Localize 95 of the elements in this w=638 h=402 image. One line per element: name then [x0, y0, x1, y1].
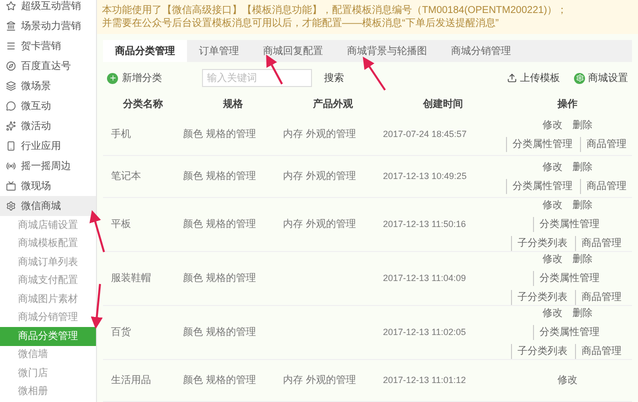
sidebar-item[interactable]: 微现场	[0, 176, 96, 196]
submenu-item[interactable]: 微信墙	[0, 346, 96, 364]
table-cell: 百货	[111, 327, 131, 338]
action-link[interactable]: 商品管理	[574, 344, 624, 359]
annotation-arrow	[362, 56, 386, 91]
sidebar-item[interactable]: 百度直达号	[0, 56, 96, 76]
sidebar-item[interactable]: 超级互动营销	[0, 0, 96, 16]
submenu-item[interactable]: 微相册	[0, 382, 96, 401]
action-link[interactable]: 删除	[570, 198, 596, 213]
star-icon	[6, 1, 16, 11]
table-cell: 生活用品	[111, 375, 151, 386]
layers-icon	[6, 81, 16, 91]
table-cell: 内存 外观的管理	[283, 171, 356, 182]
sidebar-item[interactable]: 微信商城	[0, 196, 96, 216]
gear-icon	[574, 72, 585, 84]
plus-icon	[107, 72, 118, 84]
action-link[interactable]: 删除	[570, 306, 596, 321]
column-header: 创建时间	[422, 98, 464, 112]
action-link[interactable]: 商品管理	[574, 236, 624, 251]
table-cell: 2017-12-13 11:04:09	[383, 273, 466, 283]
table-cell: 手机	[111, 129, 131, 140]
table-cell: 2017-07-24 18:45:57	[383, 129, 467, 139]
table-cell: 颜色 规格的管理	[183, 129, 256, 140]
upload-template-button[interactable]: 上传模板	[503, 70, 564, 86]
settings-icon	[6, 201, 16, 211]
action-link[interactable]: 商品管理	[580, 178, 630, 194]
action-link[interactable]: 商品管理	[580, 136, 630, 152]
table-cell: 笔记本	[111, 171, 141, 182]
sidebar-item[interactable]: 场景动力营销	[0, 16, 96, 36]
action-link[interactable]: 修改	[540, 160, 566, 174]
upload-icon	[507, 73, 517, 83]
action-link[interactable]: 子分类列表	[510, 290, 570, 305]
sidebar-item[interactable]: 贺卡营销	[0, 36, 96, 56]
table-cell: 内存 外观的管理	[283, 219, 356, 230]
action-link[interactable]: 删除	[570, 118, 596, 132]
sidebar-item[interactable]: 微场景	[0, 76, 96, 96]
table-cell: 内存 外观的管理	[283, 129, 356, 140]
action-link[interactable]: 删除	[570, 160, 596, 174]
table-cell: 颜色 规格的管理	[183, 273, 256, 284]
action-link[interactable]: 修改	[540, 252, 566, 267]
table-cell: 颜色 规格的管理	[183, 171, 256, 182]
submenu-item[interactable]: 商品分类管理	[0, 327, 96, 346]
phone-icon	[6, 141, 16, 151]
building-icon	[6, 21, 16, 31]
notice-text: 本功能使用了【微信高级接口】【模板消息功能】，配置模板消息编号（TM00184(OPENTM200221)）；	[102, 4, 568, 17]
column-header: 操作	[556, 98, 578, 112]
radio-icon	[6, 161, 16, 171]
annotation-arrow	[89, 210, 105, 252]
sparkles-icon	[6, 121, 16, 131]
screen-icon	[6, 181, 16, 191]
tab[interactable]: 商城背景与轮播图	[335, 40, 439, 62]
table-cell: 服装鞋帽	[111, 273, 151, 284]
action-link[interactable]: 子分类列表	[510, 344, 570, 359]
sidebar-item[interactable]: 微活动	[0, 116, 96, 136]
action-link[interactable]: 分类属性管理	[506, 136, 576, 152]
column-header: 分类名称	[122, 98, 164, 112]
table-cell: 2017-12-13 11:02:05	[383, 327, 466, 337]
action-link[interactable]: 分类属性管理	[532, 271, 602, 286]
search-field[interactable]: 输入关键词	[202, 69, 312, 87]
table-cell: 2017-12-13 10:49:25	[383, 171, 467, 181]
sidebar-item[interactable]: 微互动	[0, 96, 96, 116]
action-link[interactable]: 修改	[540, 306, 566, 321]
action-link[interactable]: 分类属性管理	[532, 325, 602, 340]
annotation-arrow	[90, 284, 103, 329]
action-link[interactable]: 修改	[554, 373, 580, 388]
action-link[interactable]: 分类属性管理	[506, 178, 576, 194]
menu-icon	[6, 41, 16, 51]
notice-text: 并需要在公众号后台设置模板消息可用以后，才能配置——模板消息“下单后发送提醒消息”	[102, 17, 500, 30]
table-cell: 2017-12-13 11:50:16	[383, 219, 466, 229]
column-header: 产品外观	[312, 98, 354, 112]
store-settings-button[interactable]: 商城设置	[570, 70, 632, 86]
action-link[interactable]: 商品管理	[574, 290, 624, 305]
sidebar-item[interactable]: 摇一摇周边	[0, 156, 96, 176]
tab[interactable]: 商城回复配置	[251, 40, 335, 62]
action-link[interactable]: 分类属性管理	[532, 217, 602, 232]
action-link[interactable]: 子分类列表	[510, 236, 570, 251]
table-cell: 颜色 规格的管理	[183, 375, 256, 386]
search-button[interactable]: 搜索	[318, 70, 350, 86]
action-link[interactable]: 修改	[540, 118, 566, 132]
column-header: 规格	[222, 98, 244, 112]
sidebar-item[interactable]: 行业应用	[0, 136, 96, 156]
table-cell: 平板	[111, 219, 131, 230]
tab[interactable]: 订单管理	[187, 40, 251, 62]
action-link[interactable]: 修改	[540, 198, 566, 213]
add-category-button[interactable]: 新增分类	[103, 70, 166, 86]
table-cell: 颜色 规格的管理	[183, 327, 256, 338]
annotation-arrow	[266, 54, 283, 84]
table-cell: 内存 外观的管理	[283, 375, 356, 386]
table-cell: 2017-12-13 11:01:12	[383, 375, 466, 385]
compass-icon	[6, 61, 16, 71]
tab[interactable]: 商品分类管理	[103, 40, 187, 62]
tab[interactable]: 商城分销管理	[439, 40, 523, 62]
table-cell: 颜色 规格的管理	[183, 219, 256, 230]
action-link[interactable]: 删除	[570, 252, 596, 267]
chat-icon	[6, 101, 16, 111]
